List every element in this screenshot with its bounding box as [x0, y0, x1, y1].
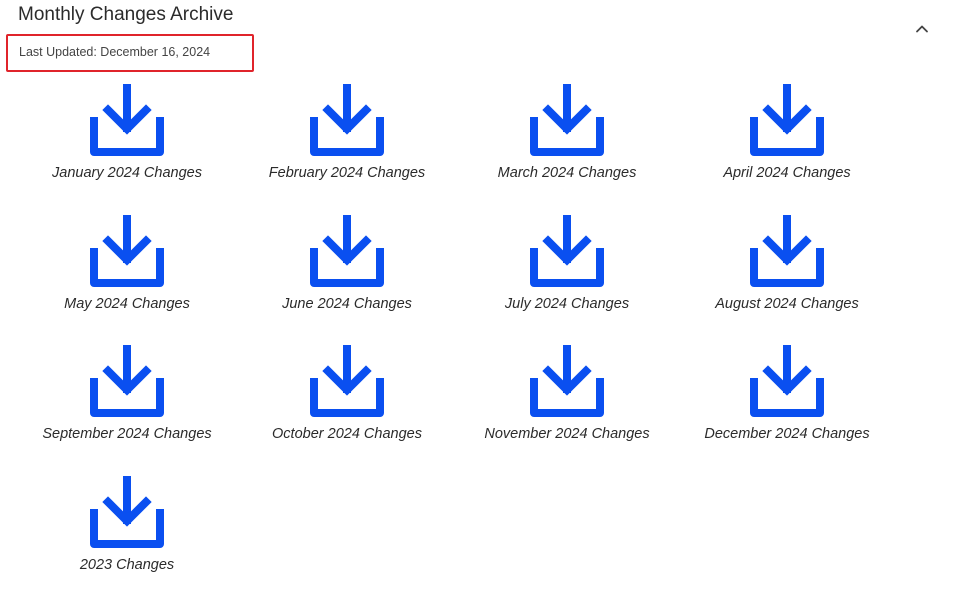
- download-icon: [750, 84, 824, 158]
- download-label: July 2024 Changes: [505, 295, 629, 313]
- collapse-toggle-button[interactable]: [910, 16, 934, 40]
- download-link-4[interactable]: May 2024 Changes: [17, 215, 237, 346]
- download-link-10[interactable]: November 2024 Changes: [457, 345, 677, 476]
- download-link-3[interactable]: April 2024 Changes: [677, 84, 897, 215]
- download-link-9[interactable]: October 2024 Changes: [237, 345, 457, 476]
- download-icon: [530, 84, 604, 158]
- download-link-6[interactable]: July 2024 Changes: [457, 215, 677, 346]
- download-label: May 2024 Changes: [64, 295, 190, 313]
- download-label: February 2024 Changes: [269, 164, 425, 182]
- download-icon: [90, 215, 164, 289]
- download-label: December 2024 Changes: [704, 425, 869, 443]
- chevron-up-icon: [915, 24, 929, 33]
- download-link-5[interactable]: June 2024 Changes: [237, 215, 457, 346]
- download-icon: [90, 476, 164, 550]
- download-link-2[interactable]: March 2024 Changes: [457, 84, 677, 215]
- download-icon: [310, 84, 384, 158]
- download-icon: [750, 345, 824, 419]
- download-label: October 2024 Changes: [272, 425, 422, 443]
- download-icon: [530, 345, 604, 419]
- download-label: August 2024 Changes: [715, 295, 859, 313]
- download-grid: January 2024 Changes February 2024 Chang…: [17, 84, 897, 606]
- download-label: 2023 Changes: [80, 556, 174, 574]
- download-icon: [310, 345, 384, 419]
- download-link-7[interactable]: August 2024 Changes: [677, 215, 897, 346]
- download-label: September 2024 Changes: [42, 425, 211, 443]
- download-link-1[interactable]: February 2024 Changes: [237, 84, 457, 215]
- download-label: January 2024 Changes: [52, 164, 202, 182]
- download-icon: [530, 215, 604, 289]
- last-updated-highlight: Last Updated: December 16, 2024: [6, 34, 254, 72]
- download-icon: [90, 345, 164, 419]
- download-label: March 2024 Changes: [498, 164, 637, 182]
- download-label: June 2024 Changes: [282, 295, 412, 313]
- last-updated-text: Last Updated: December 16, 2024: [19, 45, 210, 59]
- download-link-0[interactable]: January 2024 Changes: [17, 84, 237, 215]
- download-link-12[interactable]: 2023 Changes: [17, 476, 237, 606]
- download-link-8[interactable]: September 2024 Changes: [17, 345, 237, 476]
- download-label: November 2024 Changes: [484, 425, 649, 443]
- download-link-11[interactable]: December 2024 Changes: [677, 345, 897, 476]
- section-title: Monthly Changes Archive: [18, 3, 233, 27]
- download-icon: [750, 215, 824, 289]
- download-icon: [90, 84, 164, 158]
- download-label: April 2024 Changes: [723, 164, 850, 182]
- download-icon: [310, 215, 384, 289]
